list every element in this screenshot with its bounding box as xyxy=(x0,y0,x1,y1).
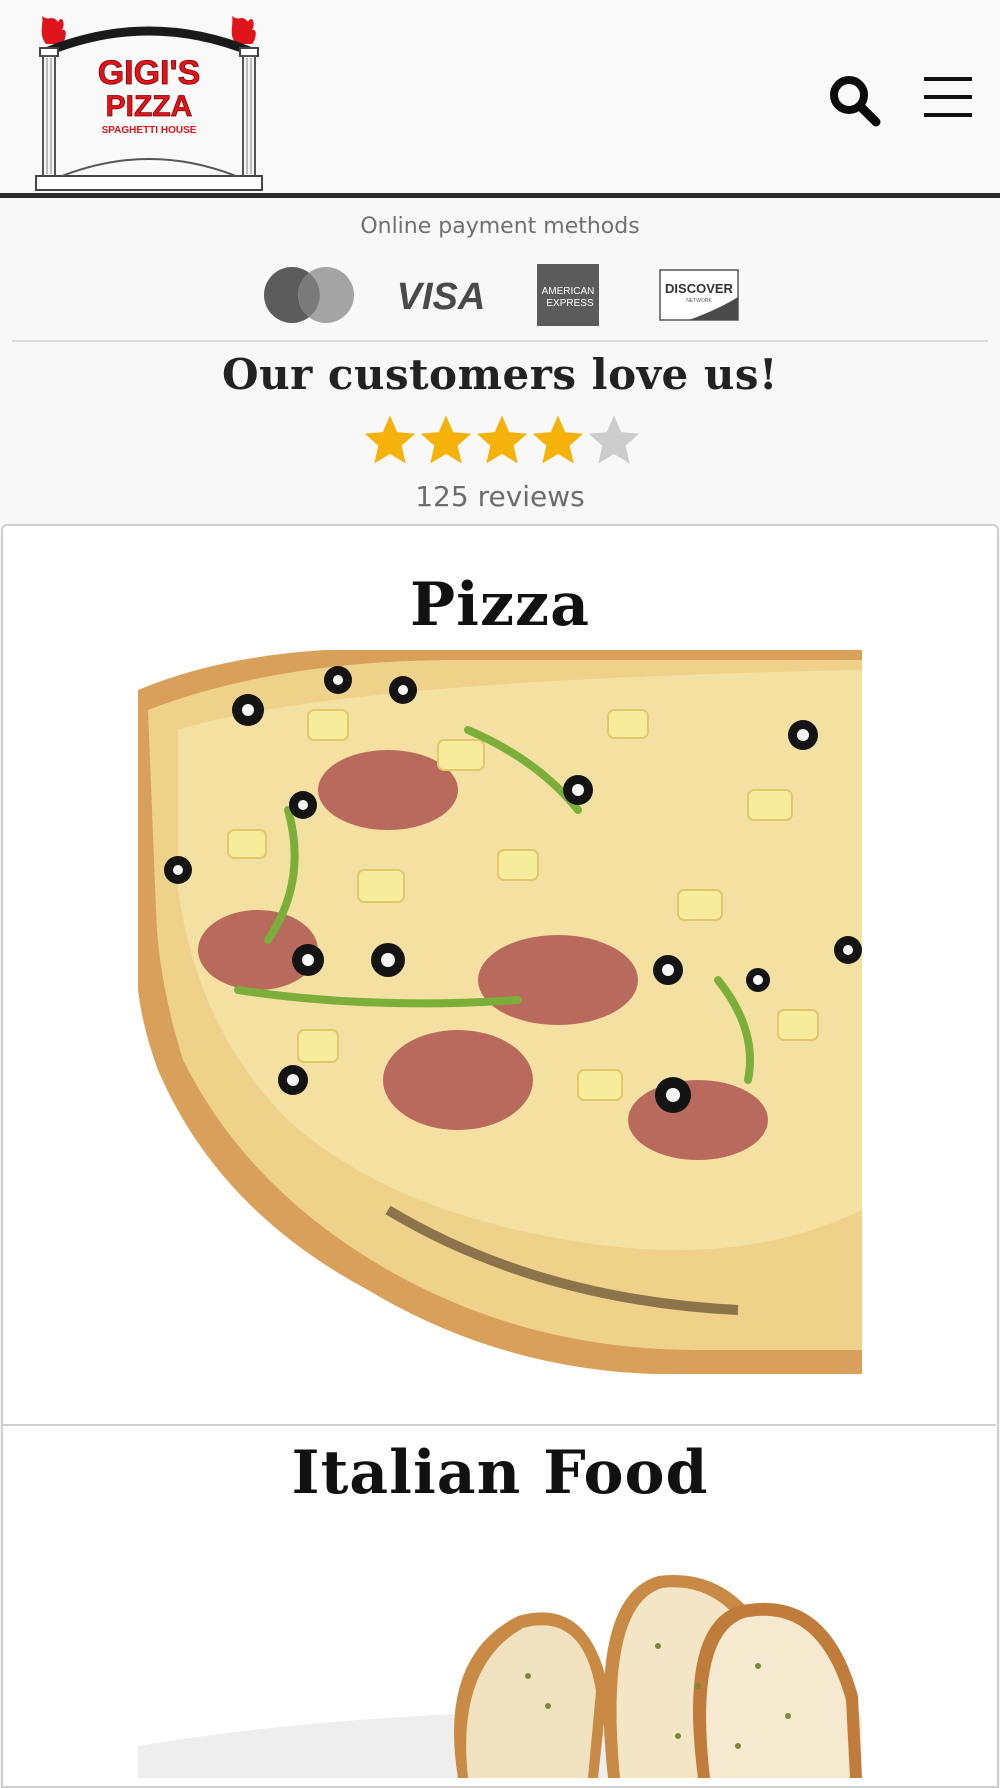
category-image-pizza[interactable] xyxy=(138,650,862,1374)
visa-text: VISA xyxy=(397,276,486,315)
star-filled-icon xyxy=(532,415,584,464)
site-header: GIGI'S PIZZA SPAGHETTI HOUSE xyxy=(0,0,1000,193)
hamburger-menu-icon[interactable] xyxy=(924,74,974,120)
payment-card-list: VISA AMERICAN EXPRESS DISCOVER NETWORK xyxy=(0,262,1000,328)
star-filled-icon xyxy=(476,415,528,464)
star-filled-icon xyxy=(420,415,472,464)
amex-text-line1: AMERICAN xyxy=(542,286,595,297)
search-icon[interactable] xyxy=(826,72,882,128)
star-empty-icon xyxy=(588,415,640,464)
header-divider xyxy=(0,193,1000,198)
payment-methods-label: Online payment methods xyxy=(360,214,640,239)
logo-text-gigis: GIGI'S xyxy=(98,54,201,92)
gigis-pizza-logo[interactable]: GIGI'S PIZZA SPAGHETTI HOUSE xyxy=(32,12,266,194)
amex-text-line2: EXPRESS xyxy=(546,298,594,309)
category-title-pizza[interactable]: Pizza xyxy=(0,570,1000,640)
discover-network-text: NETWORK xyxy=(686,298,712,304)
category-title-italian-food[interactable]: Italian Food xyxy=(0,1438,1000,1508)
review-count[interactable]: 125 reviews xyxy=(0,480,1000,513)
discover-logo: DISCOVER NETWORK xyxy=(659,262,739,328)
star-filled-icon xyxy=(364,415,416,464)
category-divider xyxy=(2,1424,996,1426)
discover-text: DISCOVER xyxy=(665,281,734,296)
reviews-heading: Our customers love us! xyxy=(222,350,778,399)
amex-logo: AMERICAN EXPRESS xyxy=(537,262,599,328)
mastercard-logo xyxy=(262,262,356,328)
logo-text-subtitle: SPAGHETTI HOUSE xyxy=(102,125,197,136)
section-divider xyxy=(12,340,988,342)
star-rating[interactable] xyxy=(362,410,642,472)
garlic-bread-photo xyxy=(138,1516,862,1778)
category-image-italian-food[interactable] xyxy=(138,1516,862,1778)
visa-logo: VISA xyxy=(394,262,488,328)
logo-text-pizza: PIZZA xyxy=(106,90,193,123)
pizza-photo xyxy=(138,650,862,1374)
